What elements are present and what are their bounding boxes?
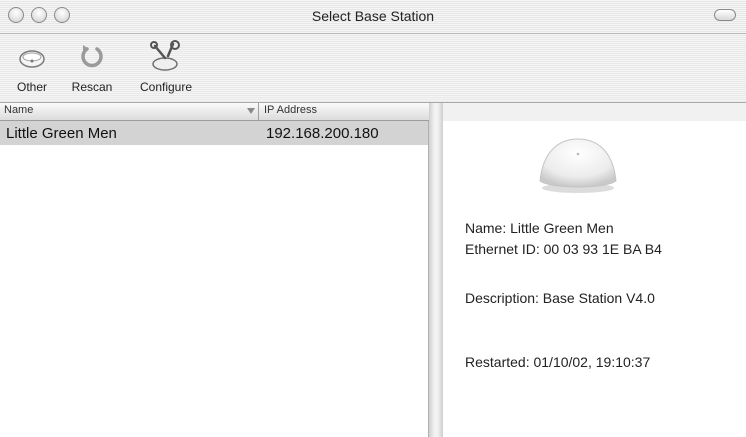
split-view-divider[interactable] <box>429 103 443 437</box>
base-station-icon <box>535 133 621 200</box>
select-base-station-window: Select Base Station Other Rescan Configu… <box>0 0 746 437</box>
detail-description: Description: Base Station V4.0 <box>465 290 655 306</box>
configure-button[interactable]: Configure <box>130 40 202 98</box>
sort-descending-icon <box>247 108 255 114</box>
column-header-ip-address[interactable]: IP Address <box>264 104 317 116</box>
detail-ethernet-id: Ethernet ID: 00 03 93 1E BA B4 <box>465 241 662 257</box>
rescan-button-label: Rescan <box>71 80 113 94</box>
other-button-label: Other <box>16 80 47 94</box>
toolbar: Other Rescan Configure <box>0 34 746 103</box>
table-row[interactable]: Little Green Men 192.168.200.180 <box>0 121 428 145</box>
title-bar: Select Base Station <box>0 0 746 34</box>
detail-restarted: Restarted: 01/10/02, 19:10:37 <box>465 354 651 370</box>
detail-pane: Name: Little Green Men Ethernet ID: 00 0… <box>443 121 746 437</box>
configure-button-label: Configure <box>139 80 193 94</box>
column-divider[interactable] <box>258 103 259 120</box>
detail-name: Name: Little Green Men <box>465 220 614 236</box>
toolbar-toggle-button[interactable] <box>714 9 736 21</box>
column-header-name[interactable]: Name <box>4 104 33 116</box>
airport-disc-icon <box>10 40 54 74</box>
base-station-list: Little Green Men 192.168.200.180 <box>0 121 429 437</box>
row-name-cell: Little Green Men <box>6 125 117 142</box>
window-title: Select Base Station <box>311 8 435 24</box>
rescan-icon <box>64 40 120 74</box>
row-ip-cell: 192.168.200.180 <box>266 125 379 142</box>
configure-icon <box>130 40 202 74</box>
list-header: Name IP Address <box>0 103 430 121</box>
rescan-button[interactable]: Rescan <box>64 40 120 98</box>
other-button[interactable]: Other <box>10 40 54 98</box>
